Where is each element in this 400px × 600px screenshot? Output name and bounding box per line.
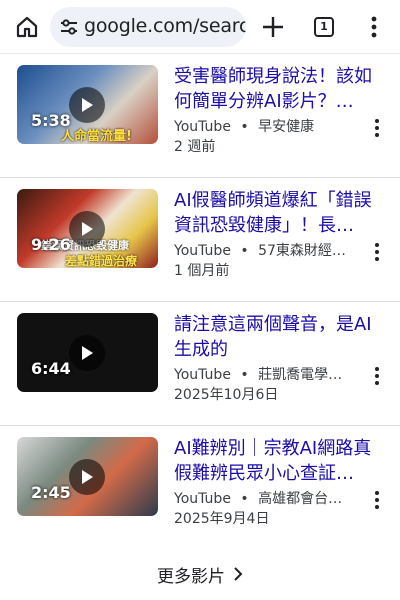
video-duration: 6:44 <box>31 359 71 378</box>
video-thumbnail[interactable]: 6:44 <box>17 313 158 392</box>
tab-count: 1 <box>314 17 334 37</box>
browser-toolbar: google.com/search 1 <box>0 0 400 54</box>
video-duration: 9:26 <box>31 235 71 254</box>
more-options-icon[interactable] <box>370 117 384 139</box>
video-title[interactable]: 請注意這兩個聲音，是AI生成的 <box>174 312 386 362</box>
video-title[interactable]: AI難辨別｜宗教AI網路真假難辨民眾小心查証… <box>174 436 386 486</box>
plus-icon <box>263 17 283 37</box>
play-icon <box>69 87 105 123</box>
play-icon <box>69 335 105 371</box>
video-source: YouTube • 早安健康 <box>174 119 315 135</box>
video-date: 2025年10月6日 <box>174 387 279 403</box>
home-button[interactable] <box>10 10 44 44</box>
address-bar[interactable]: google.com/search <box>50 7 246 47</box>
video-date: 1 個月前 <box>174 263 230 279</box>
video-result[interactable]: 錯誤資訊恐毀健康 差點錯過治療 9:26 AI假醫師頻道爆紅「錯誤資訊恐毀健康」… <box>0 178 400 302</box>
video-source: YouTube • 莊凱喬電學… <box>174 367 343 383</box>
tab-switcher-button[interactable]: 1 <box>311 14 337 40</box>
browser-menu-button[interactable] <box>362 12 386 42</box>
more-options-icon[interactable] <box>370 241 384 263</box>
video-date: 2025年9月4日 <box>174 511 270 527</box>
video-date: 2 週前 <box>174 139 216 155</box>
chevron-right-icon <box>234 567 243 581</box>
url-text: google.com/search <box>84 15 246 37</box>
home-icon <box>16 16 38 38</box>
video-title[interactable]: AI假醫師頻道爆紅「錯誤資訊恐毀健康」！長… <box>174 188 386 238</box>
video-thumbnail[interactable]: 人命當流量! 5:38 <box>17 65 158 144</box>
video-result[interactable]: 6:44 請注意這兩個聲音，是AI生成的 YouTube • 莊凱喬電學… 20… <box>0 302 400 426</box>
video-source: YouTube • 高雄都會台… <box>174 491 343 507</box>
video-result[interactable]: 人命當流量! 5:38 受害醫師現身說法！該如何簡單分辨AI影片？… YouTu… <box>0 54 400 178</box>
site-settings-icon[interactable] <box>59 17 79 37</box>
video-source: YouTube • 57東森財經… <box>174 243 346 259</box>
video-thumbnail[interactable]: 2:45 <box>17 437 158 516</box>
video-title[interactable]: 受害醫師現身說法！該如何簡單分辨AI影片？… <box>174 64 386 114</box>
more-videos-label: 更多影片 <box>157 566 225 587</box>
more-options-icon[interactable] <box>370 489 384 511</box>
video-result[interactable]: 2:45 AI難辨別｜宗教AI網路真假難辨民眾小心查証… YouTube • 高… <box>0 426 400 550</box>
more-options-icon[interactable] <box>370 365 384 387</box>
video-thumbnail[interactable]: 錯誤資訊恐毀健康 差點錯過治療 9:26 <box>17 189 158 268</box>
more-vert-icon <box>371 16 377 38</box>
more-videos-button[interactable]: 更多影片 <box>0 560 400 588</box>
new-tab-button[interactable] <box>258 12 288 42</box>
video-duration: 2:45 <box>31 483 71 502</box>
play-icon <box>69 211 105 247</box>
play-icon <box>69 459 105 495</box>
video-duration: 5:38 <box>31 111 71 130</box>
